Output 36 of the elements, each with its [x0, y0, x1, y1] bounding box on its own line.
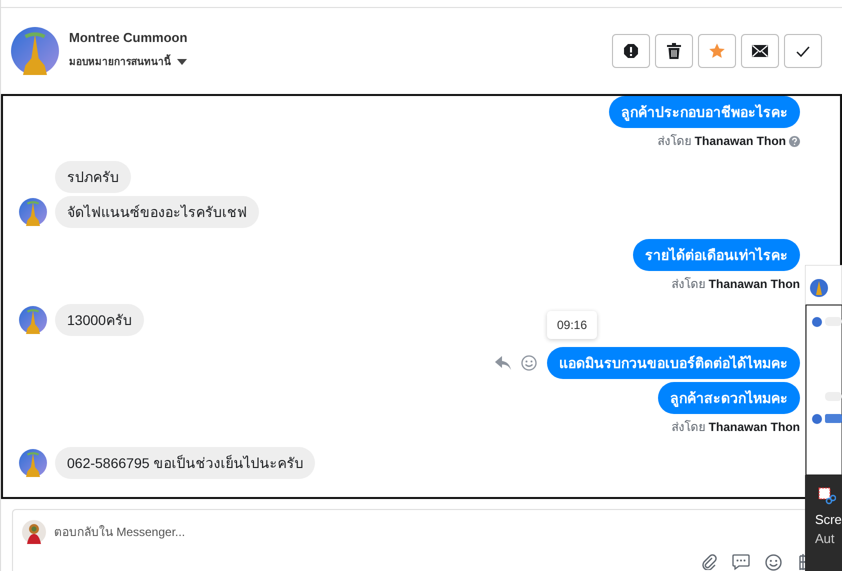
- popup-text: Aut: [815, 530, 836, 548]
- sent-by-label: ส่งโดย Thanawan Thon: [671, 419, 800, 436]
- mark-unread-button[interactable]: [741, 34, 779, 68]
- popup-text: Scre: [815, 511, 842, 529]
- reply-field[interactable]: ตอบกลับใน Messenger...: [54, 525, 354, 539]
- caret-icon: [177, 58, 187, 64]
- message-bubble: ลูกค้าสะดวกไหมคะ: [658, 382, 800, 414]
- envelope-icon: [752, 45, 768, 57]
- delete-button[interactable]: [655, 34, 693, 68]
- user-avatar: [22, 520, 46, 544]
- message-bubble: 13000ครับ: [55, 304, 144, 336]
- smiley-icon[interactable]: [521, 355, 537, 371]
- message-bubble: ลูกค้าประกอบอาชีพอะไรคะ: [609, 96, 800, 128]
- chat-bubble-icon[interactable]: [732, 554, 750, 570]
- trash-icon: [667, 43, 681, 59]
- timestamp-tooltip: 09:16: [547, 311, 598, 339]
- sent-by-label: ส่งโดย Thanawan Thon: [671, 276, 800, 293]
- message-bubble: 062-5866795 ขอเป็นช่วงเย็นไปนะครับ: [55, 447, 316, 479]
- checkmark-icon: [796, 46, 810, 56]
- report-button[interactable]: [612, 34, 650, 68]
- message-bubble: จัดไฟแนนซ์ของอะไรครับเชฟ: [55, 196, 259, 228]
- contact-name: Montree Cummoon: [69, 30, 188, 45]
- exclamation-icon: [623, 43, 639, 59]
- assign-dropdown[interactable]: มอบหมายการสนทนานี้: [69, 54, 187, 69]
- help-icon[interactable]: [789, 136, 800, 146]
- paperclip-icon[interactable]: [701, 554, 717, 570]
- sent-by-label: ส่งโดย Thanawan Thon: [657, 133, 786, 150]
- profile-avatar: [11, 27, 59, 75]
- message-bubble: แอดมินรบกวนขอเบอร์ติดต่อได้ไหมคะ: [547, 347, 800, 379]
- reply-icon[interactable]: [495, 356, 511, 370]
- message-bubble: รปภครับ: [55, 161, 131, 193]
- smiley-icon[interactable]: [765, 554, 782, 570]
- star-icon: [709, 43, 725, 59]
- message-bubble: รายได้ต่อเดือนเท่าไรคะ: [633, 239, 800, 271]
- star-button[interactable]: [698, 34, 736, 68]
- done-button[interactable]: [784, 34, 822, 68]
